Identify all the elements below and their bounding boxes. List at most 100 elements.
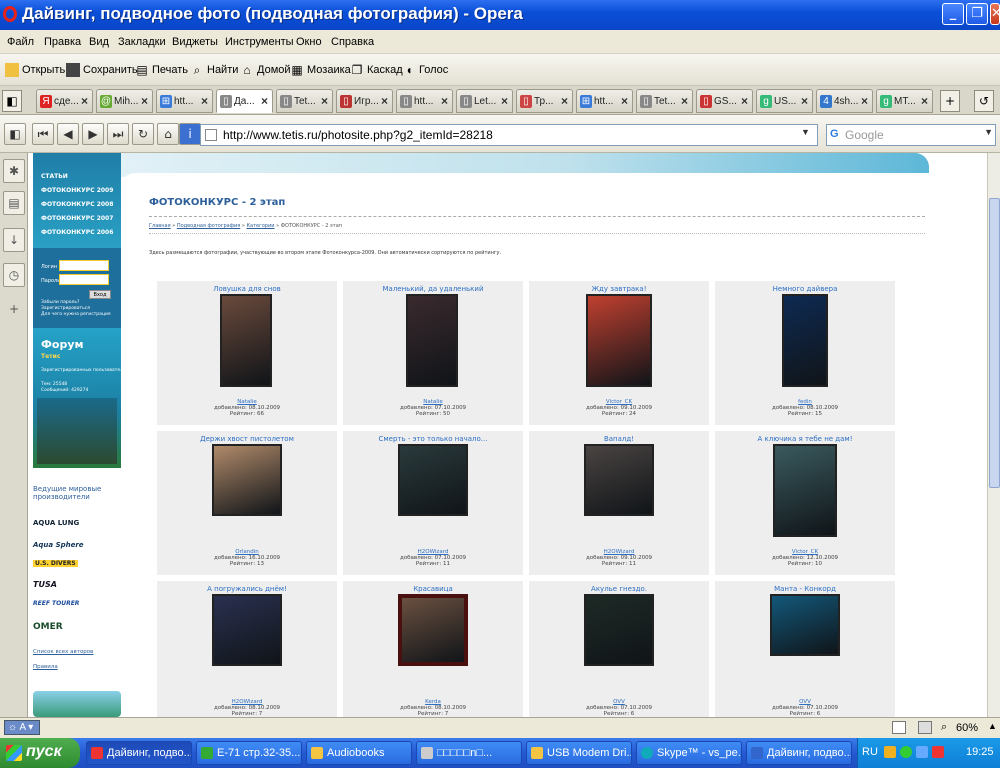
photo-title[interactable]: Манта - Конкорд <box>715 585 895 593</box>
brand-tusa[interactable]: TUSA <box>33 580 57 589</box>
photo-thumbnail[interactable] <box>586 294 652 387</box>
panel-toggle-button[interactable]: ◧ <box>2 90 22 112</box>
tab-close-icon[interactable]: × <box>201 94 208 108</box>
task-opera-window[interactable]: Дайвинг, подво... <box>86 741 192 765</box>
tab-12[interactable]: ▯ GS... × <box>696 89 753 113</box>
brand-omer[interactable]: OMER <box>33 622 63 632</box>
menu-edit[interactable]: Правка <box>44 36 81 48</box>
start-button[interactable]: пуск <box>0 738 80 768</box>
tab-7[interactable]: ▯ htt... × <box>396 89 453 113</box>
brand-aquasphere[interactable]: Aqua Sphere <box>33 541 84 549</box>
tab-close-icon[interactable]: × <box>861 94 868 108</box>
add-panel-icon[interactable]: + <box>3 298 25 322</box>
tab-15[interactable]: g MT... × <box>876 89 933 113</box>
photo-card[interactable]: Ловушка для снов Natalie добавлено: 08.1… <box>157 281 337 425</box>
photo-card[interactable]: А ключика я тебе не дам! Victor_CK добав… <box>715 431 895 575</box>
promo-banner[interactable] <box>33 691 121 717</box>
cascade-button[interactable]: ❐ Каскад <box>350 61 403 79</box>
new-tab-button[interactable]: + <box>940 90 960 112</box>
tab-close-icon[interactable]: × <box>921 94 928 108</box>
tab-13[interactable]: g US... × <box>756 89 813 113</box>
nav-contest-2008[interactable]: ФОТОКОНКУРС 2008 <box>41 201 113 208</box>
forward-button[interactable]: ▶ <box>82 123 104 145</box>
task-excel-window[interactable]: E-71 стр.32-35.... <box>196 741 302 765</box>
menu-window[interactable]: Окно <box>296 36 322 48</box>
closed-tabs-button[interactable]: ↺ <box>974 90 994 112</box>
tab-close-icon[interactable]: × <box>501 94 508 108</box>
photo-title[interactable]: Ловушка для снов <box>157 285 337 293</box>
photo-thumbnail[interactable] <box>584 594 654 666</box>
vertical-scrollbar[interactable] <box>987 153 1000 717</box>
maximize-button[interactable]: ❐ <box>966 3 988 25</box>
tab-close-icon[interactable]: × <box>801 94 808 108</box>
tab-close-icon[interactable]: × <box>621 94 628 108</box>
tab-close-icon[interactable]: × <box>681 94 688 108</box>
info-button[interactable]: i <box>179 123 201 145</box>
minimize-button[interactable]: _ <box>942 3 964 25</box>
history-icon[interactable]: ◷ <box>3 263 25 287</box>
photo-card[interactable]: Жду завтрака! Victor_CK добавлено: 09.10… <box>529 281 709 425</box>
home-button[interactable]: ⌂ Домой <box>240 61 290 79</box>
photo-card[interactable]: Вапалд! H2OWizard добавлено: 09.10.2009 … <box>529 431 709 575</box>
rules-link[interactable]: Правила <box>33 664 58 670</box>
photo-title[interactable]: Жду завтрака! <box>529 285 709 293</box>
menu-help[interactable]: Справка <box>331 36 374 48</box>
photo-card[interactable]: Акулье гнездо. OVV добавлено: 07.10.2009… <box>529 581 709 717</box>
menu-tools[interactable]: Инструменты <box>225 36 294 48</box>
photo-card[interactable]: Красавица Kerda добавлено: 08.10.2009 Ре… <box>343 581 523 717</box>
photo-thumbnail[interactable] <box>398 594 468 666</box>
photo-title[interactable]: Маленький, да удаленький <box>343 285 523 293</box>
open-button[interactable]: Открыть <box>5 61 65 79</box>
task-skype-window[interactable]: Skype™ - vs_pe... <box>636 741 742 765</box>
task-word-window[interactable]: Дайвинг, подво... <box>746 741 852 765</box>
save-button[interactable]: Сохранить <box>66 61 138 79</box>
tab-close-icon[interactable]: × <box>81 94 88 108</box>
login-button[interactable]: Вход <box>89 290 111 299</box>
scrollbar-thumb[interactable] <box>989 198 1000 488</box>
nav-contest-2009[interactable]: ФОТОКОНКУРС 2009 <box>41 187 113 194</box>
search-input[interactable]: G Google ▼ <box>826 124 996 146</box>
tab-close-icon[interactable]: × <box>741 94 748 108</box>
chevron-down-icon[interactable]: ▼ <box>801 127 815 143</box>
voice-button[interactable]: ◖ Голос <box>402 61 448 79</box>
photo-title[interactable]: Немного дайвера <box>715 285 895 293</box>
view-icon[interactable] <box>918 721 932 734</box>
tray-app-icon[interactable] <box>916 746 928 758</box>
tab-11[interactable]: ▯ Tet... × <box>636 89 693 113</box>
tab-6[interactable]: ▯ Игр... × <box>336 89 393 113</box>
photo-title[interactable]: Смерть - это только начало... <box>343 435 523 443</box>
photo-card[interactable]: Манта - Конкорд OVV добавлено: 07.10.200… <box>715 581 895 717</box>
task-audiobooks-window[interactable]: Audiobooks <box>306 741 412 765</box>
photo-title[interactable]: Вапалд! <box>529 435 709 443</box>
print-button[interactable]: ▤ Печать <box>135 61 188 79</box>
task-usb-modem-window[interactable]: USB Modem Dri... <box>526 741 632 765</box>
page-icon[interactable] <box>892 721 906 734</box>
tab-10[interactable]: ⊞ htt... × <box>576 89 633 113</box>
download-icon[interactable]: ↓ <box>3 228 25 252</box>
tab-9[interactable]: ▯ Тр... × <box>516 89 573 113</box>
chevron-up-icon[interactable]: ▲ <box>988 721 997 731</box>
mosaic-button[interactable]: ▦ Мозаика <box>290 61 350 79</box>
photo-thumbnail[interactable] <box>406 294 458 387</box>
find-button[interactable]: ⌕ Найти <box>190 61 239 79</box>
brand-aqualung[interactable]: AQUA LUNG <box>33 519 79 527</box>
back-button[interactable]: ◀ <box>57 123 79 145</box>
breadcrumb-home[interactable]: Главная <box>149 223 171 229</box>
task-unknown-window[interactable]: □□□□□n□... <box>416 741 522 765</box>
photo-title[interactable]: Держи хвост пистолетом <box>157 435 337 443</box>
reload-button[interactable]: ↻ <box>132 123 154 145</box>
tab-14[interactable]: 4 4sh... × <box>816 89 873 113</box>
photo-thumbnail[interactable] <box>220 294 272 387</box>
tab-close-icon[interactable]: × <box>141 94 148 108</box>
tab-close-icon[interactable]: × <box>321 94 328 108</box>
notes-icon[interactable]: ▤ <box>3 191 25 215</box>
photo-thumbnail[interactable] <box>773 444 837 537</box>
photo-card[interactable]: Смерть - это только начало... H2OWizard … <box>343 431 523 575</box>
tray-app-icon[interactable] <box>932 746 944 758</box>
panel-toggle-button[interactable]: ◧ <box>4 123 26 145</box>
photo-title[interactable]: А погружались днём! <box>157 585 337 593</box>
tray-app-icon[interactable] <box>884 746 896 758</box>
tab-4-active[interactable]: ▯ Да... × <box>216 89 273 113</box>
address-input[interactable]: http://www.tetis.ru/photosite.php?g2_ite… <box>200 124 818 146</box>
password-input[interactable] <box>59 274 109 285</box>
